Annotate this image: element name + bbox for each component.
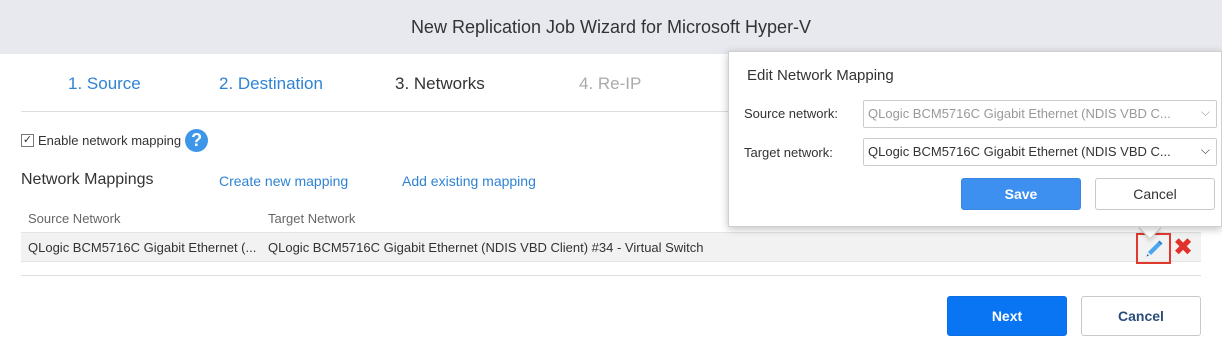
window-titlebar: New Replication Job Wizard for Microsoft…	[0, 0, 1222, 54]
popup-title: Edit Network Mapping	[747, 67, 894, 84]
enable-network-mapping-label[interactable]: Enable network mapping	[38, 133, 181, 148]
create-new-mapping-link[interactable]: Create new mapping	[219, 173, 348, 189]
checkmark-icon: ✓	[22, 134, 33, 146]
delete-icon[interactable]: ✖	[1171, 234, 1195, 261]
step-source[interactable]: 1. Source	[68, 74, 141, 94]
network-mappings-title: Network Mappings	[21, 171, 154, 188]
target-network-value: QLogic BCM5716C Gigabit Ethernet (NDIS V…	[868, 144, 1171, 159]
target-network-label: Target network:	[744, 145, 833, 160]
pencil-icon	[1146, 240, 1162, 256]
step-re-ip: 4. Re-IP	[579, 74, 642, 93]
chevron-down-icon: ⌵	[1200, 105, 1210, 119]
column-header-source-network: Source Network	[28, 211, 121, 226]
target-network-cell: QLogic BCM5716C Gigabit Ethernet (NDIS V…	[268, 240, 704, 255]
popup-save-button[interactable]: Save	[961, 178, 1081, 210]
chevron-down-icon: ⌵	[1200, 143, 1210, 157]
step-destination[interactable]: 2. Destination	[219, 74, 323, 94]
step-networks[interactable]: 3. Networks	[395, 74, 485, 94]
add-existing-mapping-link[interactable]: Add existing mapping	[402, 173, 536, 189]
window-title: New Replication Job Wizard for Microsoft…	[410, 16, 812, 37]
popup-cancel-button[interactable]: Cancel	[1095, 178, 1215, 210]
edit-network-mapping-popup: Edit Network Mapping Source network: QLo…	[728, 51, 1222, 227]
enable-network-mapping-row: ✓ Enable network mapping ?	[21, 129, 209, 152]
help-icon[interactable]: ?	[185, 129, 209, 152]
source-network-select: QLogic BCM5716C Gigabit Ethernet (NDIS V…	[863, 100, 1217, 128]
next-button[interactable]: Next	[947, 296, 1067, 336]
source-network-value: QLogic BCM5716C Gigabit Ethernet (NDIS V…	[868, 106, 1171, 121]
source-network-label: Source network:	[744, 106, 838, 121]
target-network-select[interactable]: QLogic BCM5716C Gigabit Ethernet (NDIS V…	[863, 138, 1217, 166]
cancel-button[interactable]: Cancel	[1081, 296, 1201, 336]
enable-network-mapping-checkbox[interactable]: ✓	[21, 134, 34, 147]
edit-mapping-button[interactable]	[1136, 233, 1171, 264]
column-header-target-network: Target Network	[268, 211, 356, 226]
source-network-cell: QLogic BCM5716C Gigabit Ethernet (...	[28, 240, 257, 255]
divider	[21, 275, 1201, 276]
table-row[interactable]: QLogic BCM5716C Gigabit Ethernet (... QL…	[21, 232, 1201, 264]
